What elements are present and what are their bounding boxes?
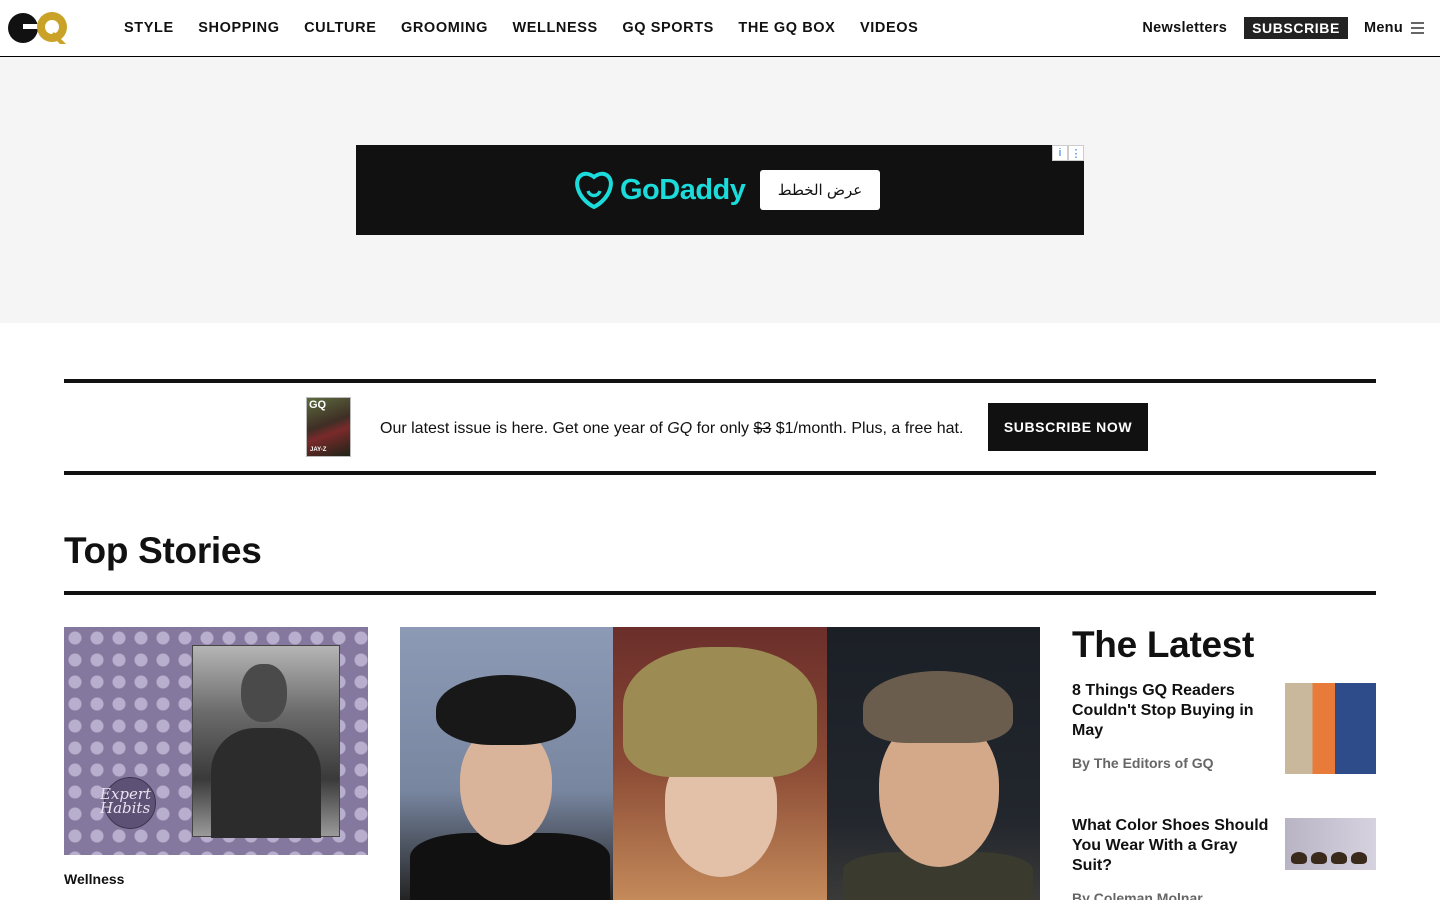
godaddy-wordmark: GoDaddy — [620, 173, 746, 206]
section-divider — [64, 591, 1376, 595]
info-icon[interactable]: i — [1052, 145, 1068, 161]
ad-band: GoDaddy عرض الخطط i ⋮ — [0, 57, 1440, 323]
latest-thumbnail[interactable] — [1285, 818, 1376, 870]
nav-shopping[interactable]: SHOPPING — [198, 20, 279, 36]
latest-byline: By The Editors of GQ — [1072, 755, 1214, 771]
more-vertical-icon[interactable]: ⋮ — [1068, 145, 1084, 161]
promo-text-part: for only — [692, 420, 754, 437]
gq-logo[interactable] — [8, 10, 70, 46]
hat-panel-beret — [400, 627, 614, 900]
header-actions: Newsletters SUBSCRIBE Menu — [1142, 0, 1424, 56]
story-kicker[interactable]: Wellness — [64, 871, 124, 887]
nav-wellness[interactable]: WELLNESS — [512, 20, 597, 36]
subscribe-now-button[interactable]: SUBSCRIBE NOW — [988, 403, 1148, 451]
old-price: $3 — [753, 420, 772, 437]
nav-videos[interactable]: VIDEOS — [860, 20, 918, 36]
hat-panel-bucket — [613, 627, 827, 900]
latest-headline[interactable]: What Color Shoes Should You Wear With a … — [1072, 816, 1272, 876]
promo-text: Our latest issue is here. Get one year o… — [380, 420, 963, 438]
nav-style[interactable]: STYLE — [124, 20, 174, 36]
nav-gq-sports[interactable]: GQ SPORTS — [622, 20, 714, 36]
portrait-photo — [192, 645, 340, 838]
expert-habits-label: Expert Habits — [100, 785, 152, 817]
story-image[interactable]: Expert Habits — [64, 627, 368, 855]
portrait-head — [241, 664, 287, 722]
nav-grooming[interactable]: GROOMING — [401, 20, 488, 36]
newsletters-link[interactable]: Newsletters — [1142, 20, 1227, 36]
latest-thumbnail[interactable] — [1285, 683, 1376, 774]
godaddy-ad[interactable]: GoDaddy عرض الخطط i ⋮ — [356, 145, 1084, 235]
shoes-image — [1291, 852, 1367, 864]
top-stories-heading: Top Stories — [64, 530, 262, 571]
hat-panel-flat-cap — [826, 627, 1040, 900]
cap-shape — [862, 671, 1013, 743]
beret-shape — [436, 675, 576, 745]
latest-item[interactable]: 8 Things GQ Readers Couldn't Stop Buying… — [1072, 681, 1376, 781]
cover-logo: GQ — [309, 399, 327, 411]
hamburger-icon — [1411, 22, 1424, 34]
main-nav: STYLE SHOPPING CULTURE GROOMING WELLNESS… — [124, 0, 943, 56]
latest-byline: By Coleman Molnar — [1072, 890, 1203, 900]
promo-brand: GQ — [667, 420, 693, 437]
cover-name: JAY-Z — [310, 447, 327, 453]
portrait-torso — [211, 728, 321, 838]
menu-button[interactable]: Menu — [1364, 20, 1424, 36]
promo-text-part: $1/month. Plus, a free hat. — [771, 420, 964, 437]
hats-story-image[interactable] — [400, 627, 1040, 900]
nav-the-gq-box[interactable]: THE GQ BOX — [738, 20, 835, 36]
subscribe-promo: GQ JAY-Z Our latest issue is here. Get o… — [64, 379, 1376, 475]
promo-text-part: Our latest issue is here. Get one year o… — [380, 420, 668, 437]
nav-culture[interactable]: CULTURE — [304, 20, 376, 36]
magazine-cover-image[interactable]: GQ JAY-Z — [306, 397, 351, 457]
latest-headline[interactable]: 8 Things GQ Readers Couldn't Stop Buying… — [1072, 681, 1272, 741]
bucket-hat-shape — [623, 647, 818, 777]
godaddy-logo: GoDaddy — [574, 171, 746, 209]
ad-cta-button[interactable]: عرض الخطط — [760, 170, 880, 210]
godaddy-icon — [575, 171, 613, 209]
the-latest-heading: The Latest — [1072, 624, 1255, 665]
ad-choices[interactable]: i ⋮ — [1052, 145, 1084, 161]
subscribe-button[interactable]: SUBSCRIBE — [1244, 17, 1348, 39]
menu-label: Menu — [1363, 20, 1403, 36]
latest-item[interactable]: What Color Shoes Should You Wear With a … — [1072, 816, 1376, 900]
site-header: STYLE SHOPPING CULTURE GROOMING WELLNESS… — [0, 0, 1440, 57]
